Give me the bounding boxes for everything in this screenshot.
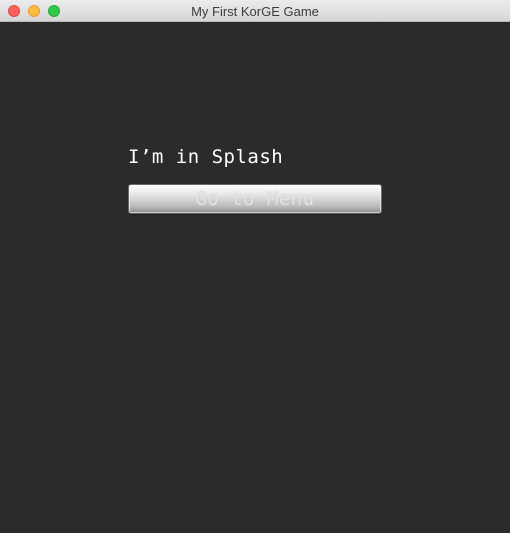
go-to-menu-button[interactable]: Go to Menu <box>128 184 382 214</box>
title-bar[interactable]: My First KorGE Game <box>0 0 510 22</box>
game-canvas[interactable]: I’m in Splash Go to Menu <box>0 22 510 533</box>
window-title: My First KorGE Game <box>191 4 319 19</box>
scene-label: I’m in Splash <box>128 146 284 168</box>
go-to-menu-button-label: Go to Menu <box>195 188 315 210</box>
app-window: My First KorGE Game I’m in Splash Go to … <box>0 0 510 533</box>
